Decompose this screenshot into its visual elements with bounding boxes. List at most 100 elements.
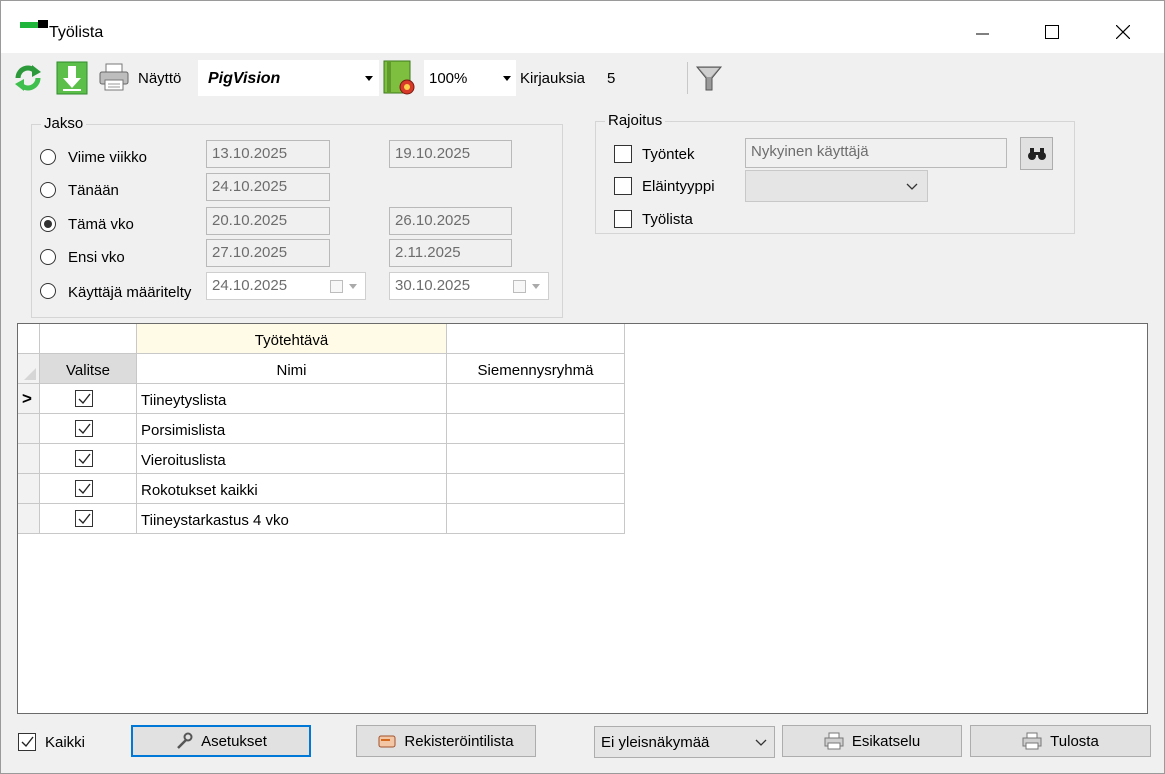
records-label: Kirjauksia bbox=[520, 70, 586, 87]
select-all-checkbox[interactable] bbox=[18, 733, 36, 751]
custom-from-picker[interactable]: 24.10.2025 bbox=[206, 272, 366, 300]
row-group-cell[interactable] bbox=[447, 474, 625, 504]
row-header[interactable] bbox=[18, 444, 40, 474]
view-label: Näyttö bbox=[138, 70, 182, 87]
grid-select-header-top bbox=[40, 324, 137, 354]
worklist-checkbox[interactable] bbox=[614, 210, 632, 228]
calendar-icon[interactable] bbox=[330, 280, 343, 293]
current-row-marker: > bbox=[22, 389, 32, 408]
radio-custom[interactable] bbox=[40, 283, 56, 299]
row-select-cell[interactable] bbox=[40, 384, 137, 414]
row-header[interactable] bbox=[18, 474, 40, 504]
employee-field: Nykyinen käyttäjä bbox=[745, 138, 1007, 168]
check-icon bbox=[78, 483, 91, 495]
chevron-down-icon bbox=[349, 284, 357, 289]
row-header-current[interactable]: > bbox=[18, 384, 40, 414]
row-select-checkbox[interactable] bbox=[75, 510, 93, 527]
animal-type-label: Eläintyyppi bbox=[642, 178, 715, 195]
settings-button-label: Asetukset bbox=[201, 732, 267, 750]
row-select-cell[interactable] bbox=[40, 504, 137, 534]
row-select-checkbox[interactable] bbox=[75, 480, 93, 497]
row-header[interactable] bbox=[18, 504, 40, 534]
view-select[interactable]: PigVision bbox=[198, 60, 379, 96]
pointing-hand-icon bbox=[378, 735, 396, 748]
radio-this-week[interactable] bbox=[40, 216, 56, 232]
check-icon bbox=[21, 736, 34, 748]
radio-next-week-label: Ensi vko bbox=[68, 249, 125, 266]
col-select-header[interactable]: Valitse bbox=[40, 354, 137, 384]
app-logo-icon bbox=[20, 20, 48, 30]
zoom-select[interactable]: 100% bbox=[424, 60, 516, 96]
period-group-title: Jakso bbox=[41, 115, 87, 132]
print-button[interactable]: Tulosta bbox=[970, 725, 1151, 757]
refresh-icon[interactable] bbox=[13, 63, 43, 93]
grid-group-header: Työtehtävä bbox=[137, 324, 447, 354]
row-header[interactable] bbox=[18, 414, 40, 444]
maximize-button[interactable] bbox=[1032, 15, 1072, 49]
calendar-icon[interactable] bbox=[513, 280, 526, 293]
last-week-to: 19.10.2025 bbox=[389, 140, 512, 168]
col-group-header[interactable]: Siemennysryhmä bbox=[447, 354, 625, 384]
employee-lookup-button[interactable] bbox=[1020, 137, 1053, 170]
employee-checkbox[interactable] bbox=[614, 145, 632, 163]
toolbar-separator bbox=[687, 62, 688, 94]
zoom-dropdown-arrow-icon bbox=[503, 76, 511, 81]
wrench-icon bbox=[177, 732, 193, 749]
print-button-label: Tulosta bbox=[1050, 732, 1099, 750]
settings-button[interactable]: Asetukset bbox=[131, 725, 311, 757]
employee-label: Työntek bbox=[642, 146, 695, 163]
check-icon bbox=[78, 513, 91, 525]
close-icon bbox=[1116, 25, 1130, 39]
records-count-field: 5 bbox=[602, 60, 682, 96]
this-week-to: 26.10.2025 bbox=[389, 207, 512, 235]
row-group-cell[interactable] bbox=[447, 444, 625, 474]
row-name-cell[interactable]: Porsimislista bbox=[137, 414, 447, 444]
check-icon bbox=[78, 393, 91, 405]
register-list-button[interactable]: Rekisteröintilista bbox=[356, 725, 536, 757]
row-select-checkbox[interactable] bbox=[75, 390, 93, 407]
filter-icon[interactable] bbox=[695, 65, 723, 93]
register-list-button-label: Rekisteröintilista bbox=[404, 732, 514, 750]
row-select-checkbox[interactable] bbox=[75, 420, 93, 437]
custom-to-picker[interactable]: 30.10.2025 bbox=[389, 272, 549, 300]
last-week-from: 13.10.2025 bbox=[206, 140, 330, 168]
radio-last-week[interactable] bbox=[40, 149, 56, 165]
radio-this-week-label: Tämä vko bbox=[68, 216, 134, 233]
row-select-cell[interactable] bbox=[40, 474, 137, 504]
radio-next-week[interactable] bbox=[40, 249, 56, 265]
row-name-cell[interactable]: Tiineystarkastus 4 vko bbox=[137, 504, 447, 534]
minimize-icon bbox=[976, 33, 989, 35]
window-title: Työlista bbox=[49, 24, 104, 41]
row-group-cell[interactable] bbox=[447, 414, 625, 444]
row-name-cell[interactable]: Vieroituslista bbox=[137, 444, 447, 474]
radio-last-week-label: Viime viikko bbox=[68, 149, 147, 166]
animal-type-select[interactable] bbox=[745, 170, 928, 202]
settings-book-icon[interactable] bbox=[383, 60, 417, 96]
general-view-value: Ei yleisnäkymää bbox=[601, 734, 710, 751]
row-select-cell[interactable] bbox=[40, 444, 137, 474]
select-all-label: Kaikki bbox=[45, 734, 86, 751]
general-view-select[interactable]: Ei yleisnäkymää bbox=[594, 726, 775, 758]
download-icon[interactable] bbox=[56, 61, 88, 95]
row-select-cell[interactable] bbox=[40, 414, 137, 444]
close-button[interactable] bbox=[1103, 15, 1143, 49]
radio-today[interactable] bbox=[40, 182, 56, 198]
row-name-cell[interactable]: Rokotukset kaikki bbox=[137, 474, 447, 504]
col-name-header[interactable]: Nimi bbox=[137, 354, 447, 384]
radio-custom-label: Käyttäjä määritelty bbox=[68, 284, 192, 301]
title-bar: Työlista bbox=[1, 1, 1164, 53]
row-select-checkbox[interactable] bbox=[75, 450, 93, 467]
minimize-button[interactable] bbox=[963, 15, 1003, 49]
this-week-from: 20.10.2025 bbox=[206, 207, 330, 235]
tasks-grid: Työtehtävä Valitse Nimi Siemennysryhmä >… bbox=[17, 323, 1148, 714]
printer-icon bbox=[1022, 732, 1042, 750]
print-icon[interactable] bbox=[99, 63, 129, 91]
binoculars-icon bbox=[1028, 148, 1046, 160]
select-all-corner-icon[interactable] bbox=[24, 368, 36, 380]
next-week-from: 27.10.2025 bbox=[206, 239, 330, 267]
row-group-cell[interactable] bbox=[447, 504, 625, 534]
preview-button[interactable]: Esikatselu bbox=[782, 725, 962, 757]
row-group-cell[interactable] bbox=[447, 384, 625, 414]
row-name-cell[interactable]: Tiineytyslista bbox=[137, 384, 447, 414]
animal-type-checkbox[interactable] bbox=[614, 177, 632, 195]
